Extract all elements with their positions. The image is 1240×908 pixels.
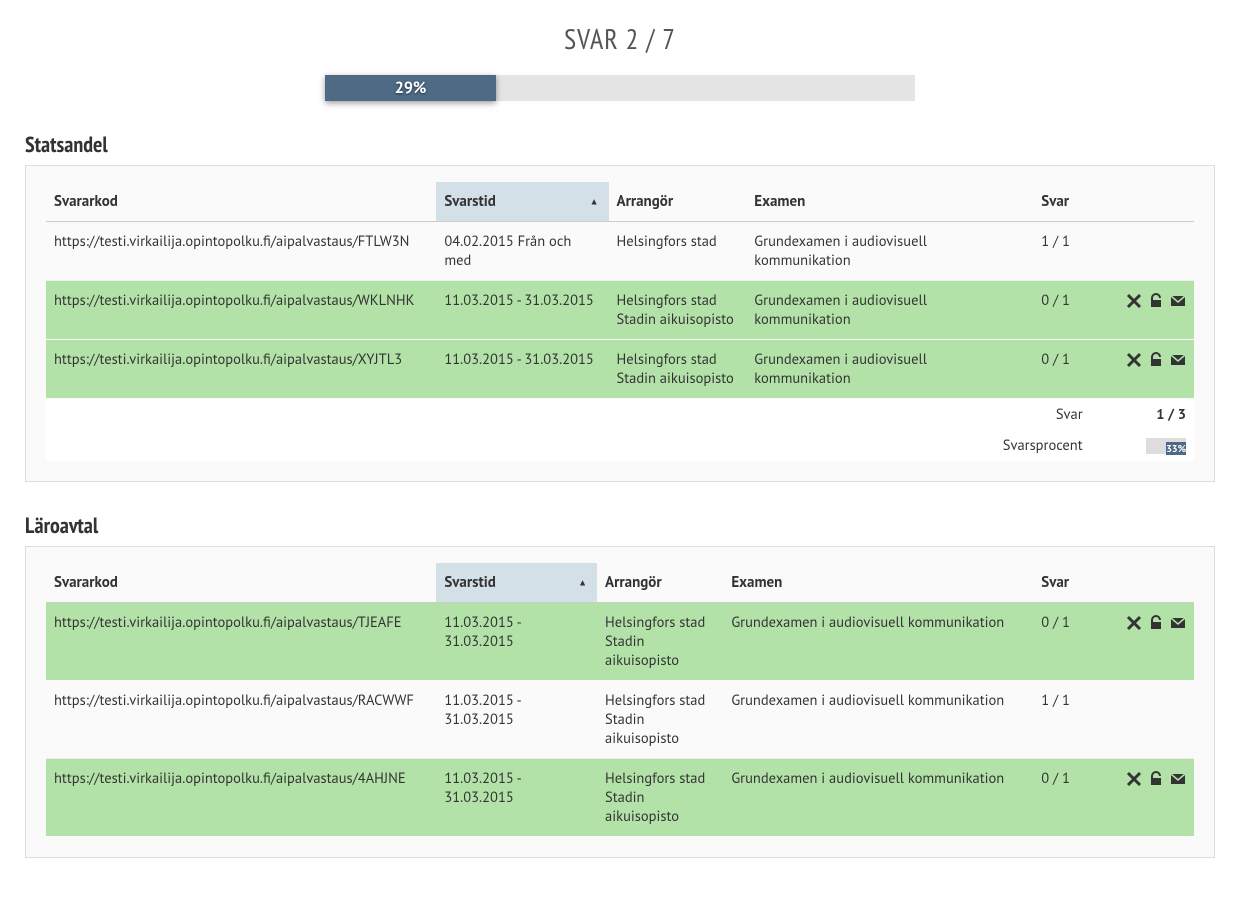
column-header-code[interactable]: Svararkod (46, 563, 436, 603)
svarstid-cell: 04.02.2015 Från och med (436, 222, 608, 281)
unlock-icon[interactable] (1148, 615, 1164, 631)
column-header-svar[interactable]: Svar (1033, 563, 1090, 603)
column-header-org[interactable]: Arrangör (597, 563, 723, 603)
column-header-time[interactable]: Svarstid (436, 182, 608, 222)
svarstid-cell: 11.03.2015 - 31.03.2015 (436, 681, 597, 759)
table-row: https://testi.virkailija.opintopolku.fi/… (46, 340, 1194, 399)
unlock-icon[interactable] (1148, 771, 1164, 787)
svararkod-link[interactable]: https://testi.virkailija.opintopolku.fi/… (54, 291, 414, 310)
examen-cell: Grundexamen i audiovisuell kommunikation (746, 340, 1033, 399)
column-header-code[interactable]: Svararkod (46, 182, 436, 222)
table-row: https://testi.virkailija.opintopolku.fi/… (46, 281, 1194, 340)
svar-cell: 0 / 1 (1033, 281, 1090, 340)
arrangor-cell: Helsingfors stad Stadin aikuisopisto (609, 340, 747, 399)
unlock-icon[interactable] (1148, 293, 1164, 309)
column-header-org[interactable]: Arrangör (609, 182, 747, 222)
close-icon[interactable] (1126, 771, 1142, 787)
unlock-icon[interactable] (1148, 352, 1164, 368)
table-row: https://testi.virkailija.opintopolku.fi/… (46, 681, 1194, 759)
mail-icon[interactable] (1170, 615, 1186, 631)
examen-cell: Grundexamen i audiovisuell kommunikation (746, 281, 1033, 340)
svararkod-link[interactable]: https://testi.virkailija.opintopolku.fi/… (54, 232, 409, 251)
arrangor-cell: Helsingfors stad (609, 222, 747, 281)
main-progress-bar: 29% (325, 75, 496, 101)
column-header-svar[interactable]: Svar (1033, 182, 1090, 222)
table-row: https://testi.virkailija.opintopolku.fi/… (46, 603, 1194, 681)
section-title: Statsandel (25, 131, 1215, 159)
column-header-actions[interactable] (1091, 182, 1194, 222)
column-header-time[interactable]: Svarstid (436, 563, 597, 603)
examen-cell: Grundexamen i audiovisuell kommunikation (723, 681, 1033, 759)
arrangor-cell: Helsingfors stad Stadin aikuisopisto (597, 603, 723, 681)
close-icon[interactable] (1126, 615, 1142, 631)
section-title: Läroavtal (25, 512, 1215, 540)
svar-cell: 0 / 1 (1033, 759, 1090, 837)
svar-cell: 0 / 1 (1033, 603, 1090, 681)
arrangor-cell: Helsingfors stad Stadin aikuisopisto (609, 281, 747, 340)
svarstid-cell: 11.03.2015 - 31.03.2015 (436, 281, 608, 340)
svararkod-link[interactable]: https://testi.virkailija.opintopolku.fi/… (54, 691, 414, 710)
summary-percent-label: Svarsprocent (46, 430, 1091, 461)
svarstid-cell: 11.03.2015 - 31.03.2015 (436, 340, 608, 399)
svar-cell: 1 / 1 (1033, 681, 1090, 759)
column-header-exam[interactable]: Examen (746, 182, 1033, 222)
summary-svar-label: Svar (46, 399, 1091, 431)
examen-cell: Grundexamen i audiovisuell kommunikation (723, 603, 1033, 681)
page-title: SVAR 2 / 7 (25, 20, 1215, 57)
close-icon[interactable] (1126, 293, 1142, 309)
examen-cell: Grundexamen i audiovisuell kommunikation (723, 759, 1033, 837)
svararkod-link[interactable]: https://testi.virkailija.opintopolku.fi/… (54, 769, 406, 788)
column-header-exam[interactable]: Examen (723, 563, 1033, 603)
arrangor-cell: Helsingfors stad Stadin aikuisopisto (597, 759, 723, 837)
summary-percent-value: 33% (1091, 430, 1194, 461)
svarstid-cell: 11.03.2015 - 31.03.2015 (436, 759, 597, 837)
svar-cell: 1 / 1 (1033, 222, 1090, 281)
close-icon[interactable] (1126, 352, 1142, 368)
summary-svar-value: 1 / 3 (1091, 399, 1194, 431)
svararkod-link[interactable]: https://testi.virkailija.opintopolku.fi/… (54, 350, 402, 369)
table-row: https://testi.virkailija.opintopolku.fi/… (46, 222, 1194, 281)
examen-cell: Grundexamen i audiovisuell kommunikation (746, 222, 1033, 281)
mail-icon[interactable] (1170, 293, 1186, 309)
svar-cell: 0 / 1 (1033, 340, 1090, 399)
svararkod-link[interactable]: https://testi.virkailija.opintopolku.fi/… (54, 613, 402, 632)
mail-icon[interactable] (1170, 352, 1186, 368)
svarstid-cell: 11.03.2015 - 31.03.2015 (436, 603, 597, 681)
main-progress-track: 29% (325, 75, 915, 101)
mail-icon[interactable] (1170, 771, 1186, 787)
arrangor-cell: Helsingfors stad Stadin aikuisopisto (597, 681, 723, 759)
table-row: https://testi.virkailija.opintopolku.fi/… (46, 759, 1194, 837)
column-header-actions[interactable] (1091, 563, 1194, 603)
